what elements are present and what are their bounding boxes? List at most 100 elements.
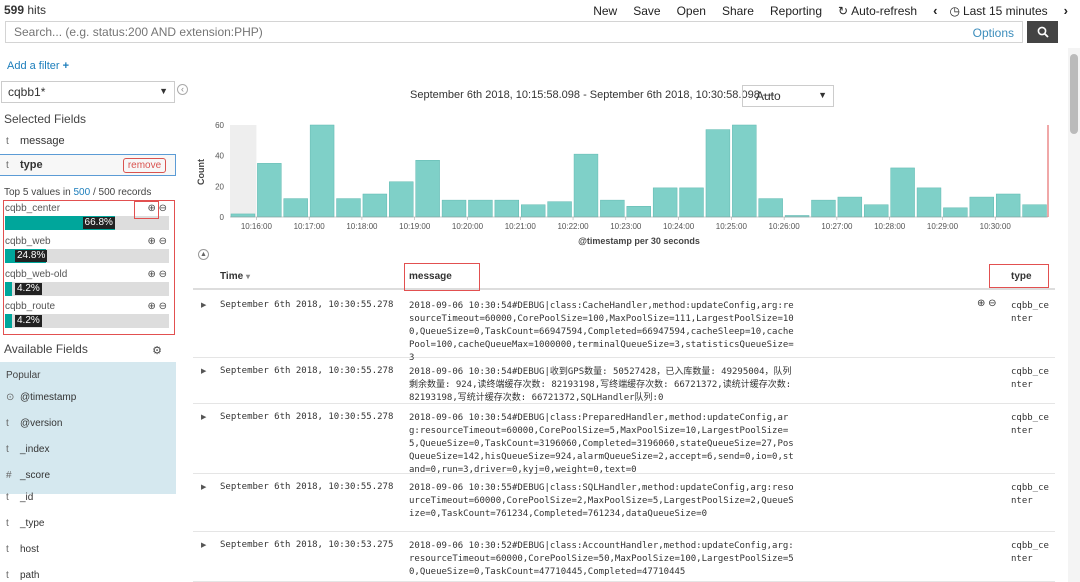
save-button[interactable]: Save [633, 4, 660, 18]
histogram-bar[interactable] [679, 187, 704, 218]
auto-refresh-button[interactable]: ↻ Auto-refresh [838, 4, 917, 18]
histogram-chart[interactable]: 0 20 40 60 Count 10:16:00 10:17:00 10:18:00 10:1… [190, 112, 1060, 252]
zoom-in-icon[interactable]: ⊕ [147, 301, 155, 312]
x-tick-label: 10:24:00 [663, 222, 695, 231]
field-item[interactable]: t _index [0, 438, 176, 460]
string-type-icon: t [6, 135, 9, 147]
popular-fields: Popular ⊙ @timestamp t @version t _index # _sco… [0, 362, 176, 494]
histogram-bar[interactable] [573, 153, 599, 218]
remove-field-button[interactable]: remove [123, 158, 166, 173]
field-item[interactable]: t @version [0, 412, 176, 434]
histogram-bar[interactable] [969, 196, 994, 218]
hits-label: hits [27, 3, 47, 17]
search-button[interactable] [1027, 21, 1058, 43]
histogram-bar[interactable] [441, 199, 467, 218]
field-type[interactable]: t type remove [0, 154, 176, 176]
zoom-out-icon[interactable]: ⊖ [159, 203, 167, 214]
histogram-bar[interactable] [309, 124, 335, 218]
histogram-bar[interactable] [336, 198, 361, 218]
histogram-bar[interactable] [705, 129, 731, 218]
field-item[interactable]: t _id [0, 486, 176, 508]
table-row[interactable]: ▶ September 6th 2018, 10:30:55.278 2018-09… [193, 358, 1055, 404]
scrollbar[interactable] [1068, 48, 1080, 582]
histogram-bar[interactable] [758, 198, 783, 218]
add-filter-link[interactable]: Add a filter + [7, 60, 69, 72]
clock-icon: ◷ [949, 3, 960, 18]
histogram-bar[interactable] [547, 201, 572, 218]
field-item[interactable]: ⊙ @timestamp [0, 386, 176, 408]
expand-row-icon[interactable]: ▶ [201, 301, 206, 309]
top-bar: 599 hits New Save Open Share Reporting ↻… [0, 0, 1080, 20]
zoom-in-icon[interactable]: ⊕ [977, 298, 985, 309]
field-name: path [20, 569, 40, 581]
top-value-percent: 24.8% [15, 250, 48, 262]
top-value-name: cqbb_center [5, 203, 61, 214]
field-type-icon: t [6, 543, 9, 555]
chevron-right-icon[interactable]: › [1064, 3, 1068, 18]
y-axis-label: Count [196, 159, 206, 185]
expand-row-icon[interactable]: ▶ [201, 367, 206, 375]
histogram-bar[interactable] [468, 199, 493, 218]
row-message: 2018-09-06 10:30:54#DEBUG|收到GPS数量: 50527… [409, 367, 792, 403]
filter-icons: ⊕ ⊖ [147, 236, 167, 247]
chevron-left-icon[interactable]: ‹ [933, 3, 937, 18]
zoom-out-icon[interactable]: ⊖ [159, 269, 167, 280]
zoom-in-icon[interactable]: ⊕ [147, 236, 155, 247]
share-button[interactable]: Share [722, 4, 754, 18]
column-header-time[interactable]: Time ▾ [220, 271, 250, 282]
histogram-bar[interactable] [521, 204, 546, 218]
reporting-button[interactable]: Reporting [770, 4, 822, 18]
top-values-summary: Top 5 values in 500 / 500 records [4, 187, 151, 198]
expand-row-icon[interactable]: ▶ [201, 413, 206, 421]
new-button[interactable]: New [593, 4, 617, 18]
options-link[interactable]: Options [973, 26, 1014, 40]
field-item[interactable]: t _type [0, 512, 176, 534]
histogram-bar[interactable] [230, 213, 256, 218]
expand-row-icon[interactable]: ▶ [201, 541, 206, 549]
histogram-bar[interactable] [494, 199, 520, 218]
table-row[interactable]: ▶ September 6th 2018, 10:30:55.278 2018-09… [193, 292, 1055, 363]
histogram-bar[interactable] [1022, 204, 1047, 218]
collapse-chart-icon[interactable]: ▲ [198, 249, 209, 260]
collapse-sidebar-icon[interactable]: ‹ [177, 84, 188, 95]
histogram-bar[interactable] [415, 160, 440, 218]
histogram-bar[interactable] [362, 193, 388, 218]
table-row[interactable]: ▶ September 6th 2018, 10:30:55.278 2018-09… [193, 404, 1055, 475]
histogram-bar[interactable] [995, 193, 1021, 218]
gear-icon[interactable]: ⚙ [152, 344, 162, 357]
field-item[interactable]: t host [0, 538, 176, 560]
histogram-bar[interactable] [652, 187, 678, 218]
sort-icon[interactable]: ▾ [246, 272, 250, 281]
histogram-bar[interactable] [257, 163, 282, 218]
zoom-out-icon[interactable]: ⊖ [159, 301, 167, 312]
interval-select[interactable]: Auto ▼ [742, 85, 834, 107]
index-pattern-select[interactable]: cqbb1* ▼ [1, 81, 175, 103]
top-values-count[interactable]: 500 [74, 187, 91, 198]
histogram-bar[interactable] [732, 124, 757, 218]
histogram-bar[interactable] [389, 181, 414, 218]
histogram-bar[interactable] [811, 199, 836, 218]
expand-row-icon[interactable]: ▶ [201, 483, 206, 491]
table-row[interactable]: ▶ September 6th 2018, 10:30:55.278 2018-09… [193, 474, 1055, 532]
scrollbar-thumb[interactable] [1070, 54, 1078, 134]
field-item[interactable]: # _score [0, 464, 176, 486]
histogram-bar[interactable] [626, 206, 651, 218]
search-input[interactable] [6, 22, 966, 42]
zoom-out-icon[interactable]: ⊖ [159, 236, 167, 247]
histogram-bar[interactable] [864, 204, 889, 218]
histogram-bar[interactable] [283, 198, 308, 218]
zoom-in-icon[interactable]: ⊕ [147, 269, 155, 280]
histogram-bar[interactable] [943, 207, 968, 218]
field-name: _index [20, 443, 50, 455]
histogram-bar[interactable] [837, 196, 863, 218]
field-message[interactable]: t message [0, 130, 176, 152]
table-row[interactable]: ▶ September 6th 2018, 10:30:53.275 2018-09… [193, 532, 1055, 582]
zoom-out-icon[interactable]: ⊖ [988, 298, 996, 309]
field-name: type [20, 159, 43, 171]
field-item[interactable]: t path [0, 564, 176, 582]
histogram-bar[interactable] [916, 187, 942, 218]
histogram-bar[interactable] [600, 199, 625, 218]
open-button[interactable]: Open [677, 4, 706, 18]
histogram-bar[interactable] [890, 167, 915, 218]
time-picker-button[interactable]: ◷ Last 15 minutes [949, 4, 1047, 18]
